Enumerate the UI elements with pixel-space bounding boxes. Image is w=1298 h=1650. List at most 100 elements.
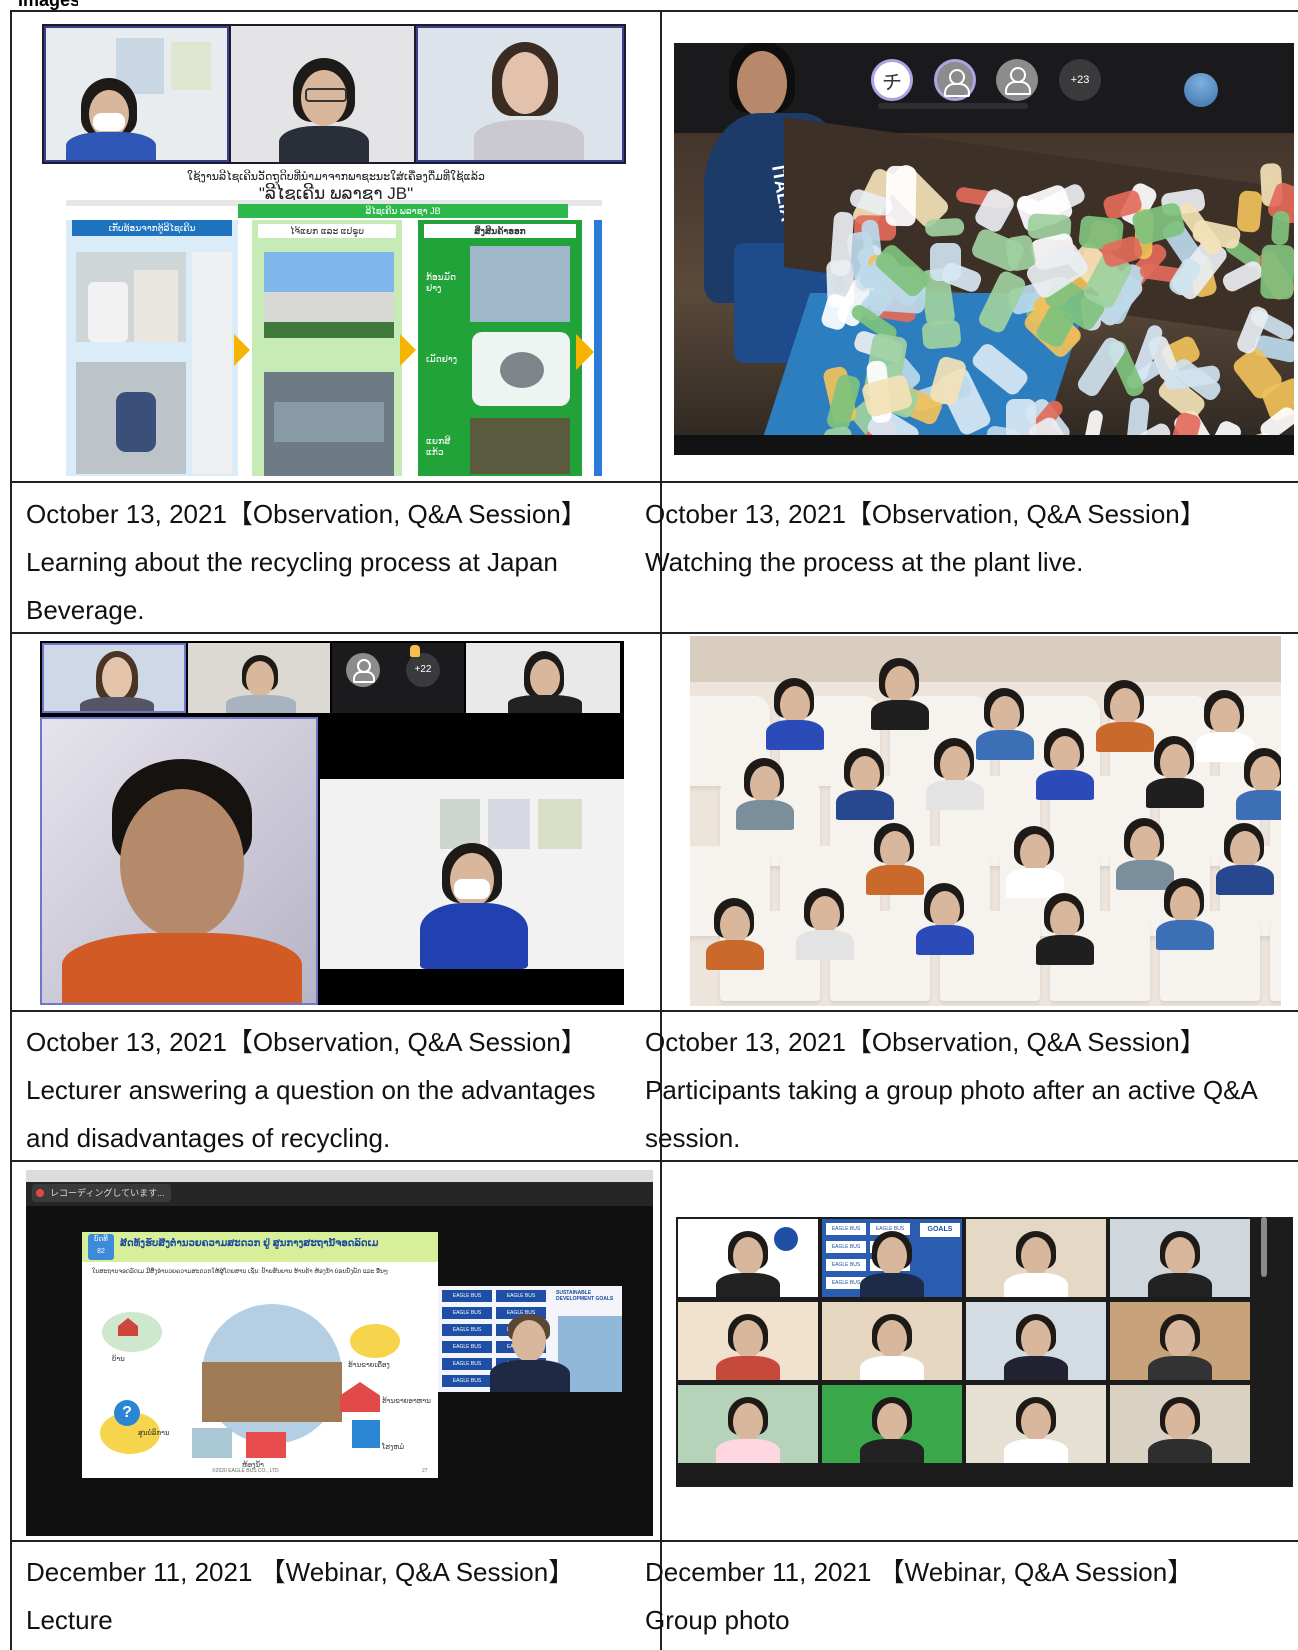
- video-tile: [678, 1219, 818, 1297]
- shirt: [796, 930, 854, 960]
- video-tile: [466, 643, 620, 713]
- face: [877, 1320, 907, 1358]
- shirt: [926, 780, 984, 810]
- face: [810, 896, 840, 934]
- shirt: [1156, 920, 1214, 950]
- face: [733, 1320, 763, 1358]
- face: [1250, 756, 1280, 794]
- slide-label: ແຍກສີ ແກ້ວ: [426, 436, 451, 457]
- slide-page-number: 27: [422, 1468, 428, 1474]
- photo-group-auditorium: [690, 636, 1281, 1006]
- slide-label: ຮ້ານຂາຍເຄື່ອງ: [348, 1362, 390, 1369]
- shirt: [1148, 1273, 1212, 1297]
- face: [720, 906, 750, 944]
- participant-avatar[interactable]: チ: [871, 59, 913, 101]
- slide-label: ເມັດຢາງ: [426, 354, 458, 364]
- video-tile: [188, 643, 330, 713]
- shirt: [1036, 770, 1094, 800]
- slide-label: ໂຮງຫມໍ: [382, 1444, 405, 1451]
- face: [1020, 834, 1050, 872]
- face: [1170, 886, 1200, 924]
- bottle: [1236, 190, 1263, 233]
- bottle: [1259, 244, 1294, 300]
- slide-column-label: ສິ່ງສິນຄ້າອອກ: [424, 224, 576, 238]
- video-tile: [822, 1302, 962, 1380]
- shirt: [866, 865, 924, 895]
- bottle: [1271, 210, 1291, 246]
- shirt: [1148, 1356, 1212, 1380]
- user-icon[interactable]: [346, 653, 380, 687]
- video-tile: [966, 1385, 1106, 1463]
- video-tile: EAGLE BUS EAGLE BUS EAGLE BUS EAGLE BUS EAGL…: [438, 1286, 622, 1392]
- slide-label: ບ້ານ: [112, 1356, 125, 1363]
- user-icon[interactable]: [934, 59, 976, 101]
- video-tile: [44, 26, 229, 162]
- shirt: [976, 730, 1034, 760]
- slide-column-label: ໄຈ້ແຍກ ແລະ ແປຣູບ: [258, 224, 396, 238]
- slide-label: ກ້ອນມັດ ຢາງ: [426, 272, 456, 293]
- brand-tag: EAGLE BUS: [442, 1307, 492, 1319]
- shirt: [716, 1439, 780, 1463]
- sdg-logo: GOALS: [920, 1223, 960, 1237]
- face: [1021, 1320, 1051, 1358]
- participant-count[interactable]: +23: [1059, 59, 1101, 101]
- scrollbar: [1261, 1217, 1267, 1277]
- column-divider: [660, 10, 662, 1650]
- row-divider: [10, 1010, 1298, 1012]
- caption: October 13, 2021【Observation, Q&A Sessio…: [26, 499, 587, 625]
- bottle: [924, 217, 965, 238]
- face: [1050, 736, 1080, 774]
- face: [1210, 698, 1240, 736]
- video-tile: [1110, 1302, 1250, 1380]
- raised-hand-icon: [410, 645, 420, 657]
- slide-title: ໃຊ້ງານລີໄຊເຄີນວັດຖຸດິບທີ່ນຳມາຈາກພາຊະນະໃສ…: [187, 171, 485, 183]
- video-tile: [966, 1219, 1106, 1297]
- slide-label: ສູນບໍລິການ: [138, 1430, 170, 1437]
- record-icon: [36, 1189, 44, 1197]
- shirt: [706, 940, 764, 970]
- recording-indicator: レコーディングしています...: [32, 1184, 171, 1202]
- brand-tag: EAGLE BUS: [826, 1223, 866, 1235]
- shirt: [1148, 1439, 1212, 1463]
- face: [1160, 744, 1190, 782]
- brand-tag: EAGLE BUS: [826, 1259, 866, 1271]
- brand-tag: EAGLE BUS: [496, 1290, 546, 1302]
- caption: October 13, 2021【Observation, Q&A Sessio…: [645, 499, 1206, 577]
- face: [1165, 1403, 1195, 1441]
- face: [885, 666, 915, 704]
- shirt: [1004, 1439, 1068, 1463]
- face: [877, 1237, 907, 1275]
- photo-webinar-lecture: レコーディングしています... ບົດທີ 82 ສິດທິ້ງຮັບສິ່ງຕໍ…: [26, 1170, 653, 1536]
- slide-footer: ©2020 EAGLE BUS CO., LTD: [212, 1468, 279, 1474]
- shirt: [1096, 722, 1154, 752]
- video-tile: [40, 717, 318, 1005]
- photo-webinar-group: EAGLE BUS EAGLE BUS EAGLE BUS EAGLE BUS EAGL…: [676, 1217, 1293, 1487]
- shirt: [916, 925, 974, 955]
- slide-column-label: ເກັບທ້ອນຈາກຕູ້ລີໄຊເຄີນ: [72, 220, 232, 236]
- shirt: [1006, 868, 1064, 898]
- shirt: [860, 1439, 924, 1463]
- face: [1110, 688, 1140, 726]
- video-tile: [678, 1385, 818, 1463]
- video-tile: [1110, 1219, 1250, 1297]
- user-icon[interactable]: [996, 59, 1038, 101]
- face: [1165, 1237, 1195, 1275]
- participant-count[interactable]: +22: [406, 653, 440, 687]
- shirt: [736, 800, 794, 830]
- shirt: [1196, 732, 1254, 762]
- shirt: [1036, 935, 1094, 965]
- face: [750, 766, 780, 804]
- shirt: [1116, 860, 1174, 890]
- slide-header: ລີໄຊເຄີນ ພລາຊາ JB: [238, 204, 568, 218]
- row-divider: [10, 481, 1298, 483]
- face: [940, 746, 970, 784]
- brand-tag: EAGLE BUS: [826, 1241, 866, 1253]
- caption: December 11, 2021 【Webinar, Q&A Session】…: [645, 1557, 1194, 1635]
- photo-plant-live: ITALIA チ +23: [674, 43, 1294, 455]
- bottle: [884, 166, 917, 227]
- shirt: [1004, 1356, 1068, 1380]
- sdg-logo: SUSTAINABLE DEVELOPMENT GOALS: [556, 1290, 614, 1302]
- header-fragment: Images: [18, 0, 78, 10]
- slide-badge: ບົດທີ 82: [88, 1234, 114, 1260]
- photo-lecturer-answer: +22: [40, 641, 624, 1005]
